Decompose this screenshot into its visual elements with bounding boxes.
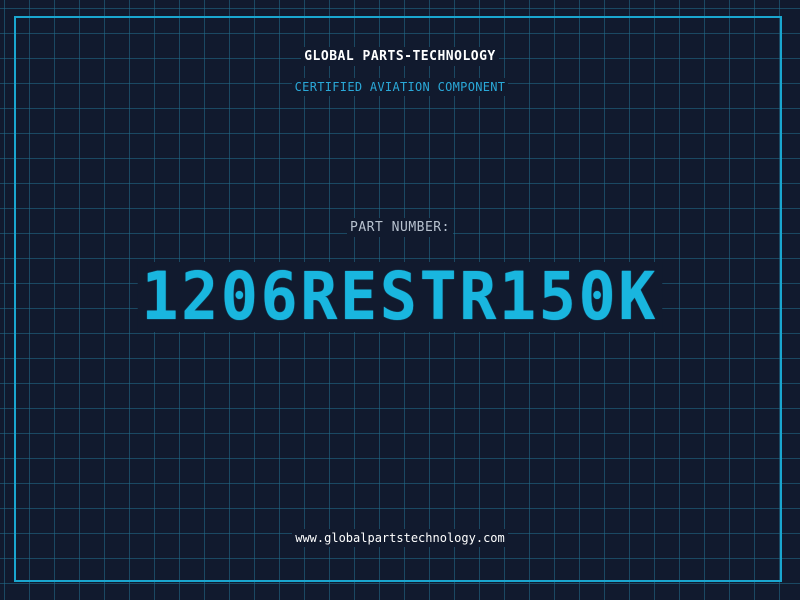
part-number-label: PART NUMBER: xyxy=(0,218,800,237)
part-number-value: 1206RESTR150K xyxy=(137,262,663,332)
certification-subtitle: CERTIFIED AVIATION COMPONENT xyxy=(0,78,800,96)
brand-title-text: GLOBAL PARTS-TECHNOLOGY xyxy=(301,47,499,66)
website-url-text: www.globalpartstechnology.com xyxy=(292,529,508,547)
part-number: 1206RESTR150K xyxy=(0,262,800,332)
website-url: www.globalpartstechnology.com xyxy=(0,529,800,547)
certificate-card: GLOBAL PARTS-TECHNOLOGY CERTIFIED AVIATI… xyxy=(0,0,800,600)
part-number-label-text: PART NUMBER: xyxy=(347,218,453,237)
brand-title: GLOBAL PARTS-TECHNOLOGY xyxy=(0,47,800,66)
certification-subtitle-text: CERTIFIED AVIATION COMPONENT xyxy=(291,78,509,96)
